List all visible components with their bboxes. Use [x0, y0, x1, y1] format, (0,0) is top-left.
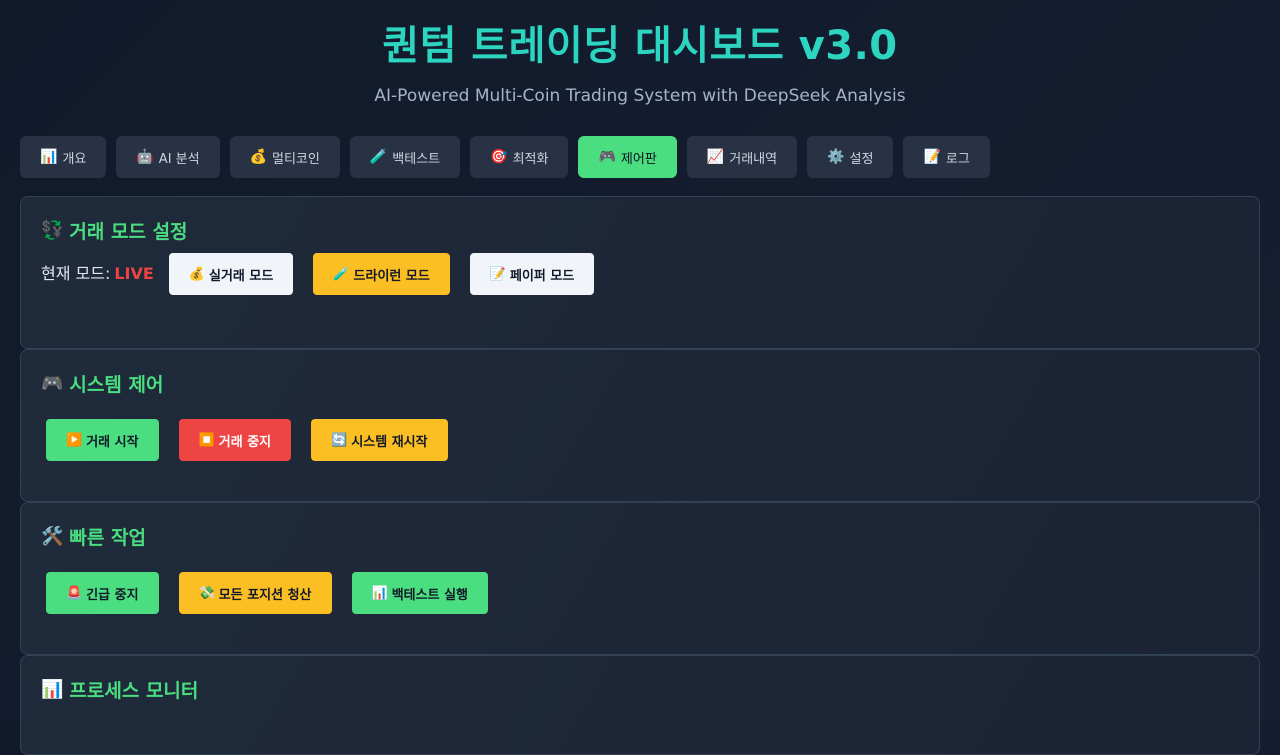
tab-bar: 📊 개요 🤖 AI 분석 💰 멀티코인 🧪 백테스트 🎯 최적화 🎮 제어판 📈 거래내역 ⚙… [0, 136, 1280, 178]
stop-trading-button[interactable]: ⏹️ 거래 중지 [178, 419, 292, 461]
current-mode-label: 현재 모드: [41, 264, 111, 283]
flying-money-icon: 💸 [198, 585, 215, 601]
page-subtitle: AI-Powered Multi-Coin Trading System wit… [374, 86, 906, 106]
paper-mode-button[interactable]: 📝 페이퍼 모드 [469, 253, 595, 295]
tab-label: 거래내역 [729, 151, 778, 167]
chart-icon: 📊 [41, 679, 64, 700]
gamepad-icon: 🎮 [41, 373, 64, 394]
tab-control-panel[interactable]: 🎮 제어판 [578, 136, 677, 178]
tab-label: 제어판 [620, 151, 657, 167]
chart-icon: 📊 [40, 149, 58, 165]
button-label: 거래 시작 [86, 434, 139, 450]
trend-chart-icon: 📈 [706, 149, 725, 165]
tab-label: 백테스트 [392, 151, 441, 167]
system-control-card: 🎮 시스템 제어 ▶️ 거래 시작 ⏹️ 거래 중지 🔄 시스템 재시작 [20, 349, 1260, 502]
tab-overview[interactable]: 📊 개요 [20, 136, 107, 178]
money-bag-icon: 💰 [249, 149, 268, 165]
section-title: 💱 거래 모드 설정 [41, 217, 1239, 244]
gear-icon: ⚙️ [827, 149, 845, 165]
button-label: 실거래 모드 [209, 268, 274, 284]
emergency-stop-button[interactable]: 🚨 긴급 중지 [46, 572, 159, 614]
tab-trade-history[interactable]: 📈 거래내역 [686, 136, 798, 178]
robot-icon: 🤖 [136, 149, 154, 165]
section-title-text: 시스템 제어 [69, 374, 164, 396]
button-label: 시스템 재시작 [351, 434, 428, 450]
tab-optimization[interactable]: 🎯 최적화 [470, 136, 569, 178]
page-header: 퀀텀 트레이딩 대시보드 v3.0 AI-Powered Multi-Coin … [0, 0, 1280, 106]
dry-run-mode-button[interactable]: 🧪 드라이런 모드 [313, 253, 450, 295]
currency-exchange-icon: 💱 [41, 220, 64, 241]
button-label: 긴급 중지 [86, 587, 139, 603]
tab-label: 개요 [62, 151, 87, 167]
section-title-text: 프로세스 모니터 [69, 680, 199, 702]
play-icon: ▶️ [66, 432, 83, 448]
control-buttons: ▶️ 거래 시작 ⏹️ 거래 중지 🔄 시스템 재시작 [46, 419, 1239, 461]
money-bag-icon: 💰 [188, 266, 206, 282]
section-title: 📊 프로세스 모니터 [41, 676, 1239, 703]
refresh-icon: 🔄 [331, 432, 348, 448]
run-backtest-button[interactable]: 📊 백테스트 실행 [351, 572, 489, 614]
button-label: 백테스트 실행 [391, 587, 469, 603]
process-monitor-card: 📊 프로세스 모니터 [20, 655, 1260, 755]
tab-label: AI 분석 [158, 151, 200, 167]
section-title: 🛠️ 빠른 작업 [41, 523, 1239, 550]
quick-actions-card: 🛠️ 빠른 작업 🚨 긴급 중지 💸 모든 포지션 청산 📊 백테스트 실행 [20, 502, 1260, 655]
tab-label: 최적화 [512, 151, 549, 167]
siren-icon: 🚨 [66, 585, 83, 601]
live-mode-button[interactable]: 💰 실거래 모드 [168, 253, 294, 295]
target-icon: 🎯 [490, 149, 508, 165]
stop-icon: ⏹️ [198, 432, 215, 448]
quick-action-buttons: 🚨 긴급 중지 💸 모든 포지션 청산 📊 백테스트 실행 [46, 572, 1239, 614]
test-tube-icon: 🧪 [369, 149, 388, 165]
start-trading-button[interactable]: ▶️ 거래 시작 [46, 419, 159, 461]
page-title: 퀀텀 트레이딩 대시보드 v3.0 [382, 23, 898, 69]
tab-label: 설정 [849, 151, 874, 167]
tools-icon: 🛠️ [41, 526, 64, 547]
current-mode: 현재 모드: LIVE [41, 258, 154, 284]
mode-buttons: 💰 실거래 모드 🧪 드라이런 모드 📝 페이퍼 모드 [168, 253, 595, 295]
tab-ai-analysis[interactable]: 🤖 AI 분석 [116, 136, 220, 178]
tab-multicoin[interactable]: 💰 멀티코인 [229, 136, 340, 178]
button-label: 모든 포지션 청산 [218, 587, 312, 603]
button-label: 드라이런 모드 [353, 268, 430, 284]
memo-icon: 📝 [923, 149, 941, 165]
mode-row: 현재 모드: LIVE 💰 실거래 모드 🧪 드라이런 모드 📝 페이퍼 모드 [41, 253, 1239, 295]
tab-label: 로그 [945, 151, 970, 167]
tab-backtest[interactable]: 🧪 백테스트 [349, 136, 461, 178]
test-tube-icon: 🧪 [333, 266, 350, 282]
gamepad-icon: 🎮 [598, 149, 616, 165]
tab-logs[interactable]: 📝 로그 [903, 136, 990, 178]
section-title-text: 빠른 작업 [69, 527, 146, 549]
button-label: 페이퍼 모드 [510, 268, 575, 284]
chart-icon: 📊 [371, 585, 388, 601]
close-all-positions-button[interactable]: 💸 모든 포지션 청산 [178, 572, 332, 614]
tab-label: 멀티코인 [272, 151, 320, 167]
current-mode-value: LIVE [114, 264, 154, 283]
memo-icon: 📝 [489, 266, 507, 282]
button-label: 거래 중지 [218, 434, 272, 450]
restart-system-button[interactable]: 🔄 시스템 재시작 [311, 419, 448, 461]
trading-mode-card: 💱 거래 모드 설정 현재 모드: LIVE 💰 실거래 모드 🧪 드라이런 모드 📝… [20, 196, 1260, 349]
tab-settings[interactable]: ⚙️ 설정 [807, 136, 894, 178]
section-title: 🎮 시스템 제어 [41, 370, 1239, 397]
section-title-text: 거래 모드 설정 [69, 221, 188, 243]
